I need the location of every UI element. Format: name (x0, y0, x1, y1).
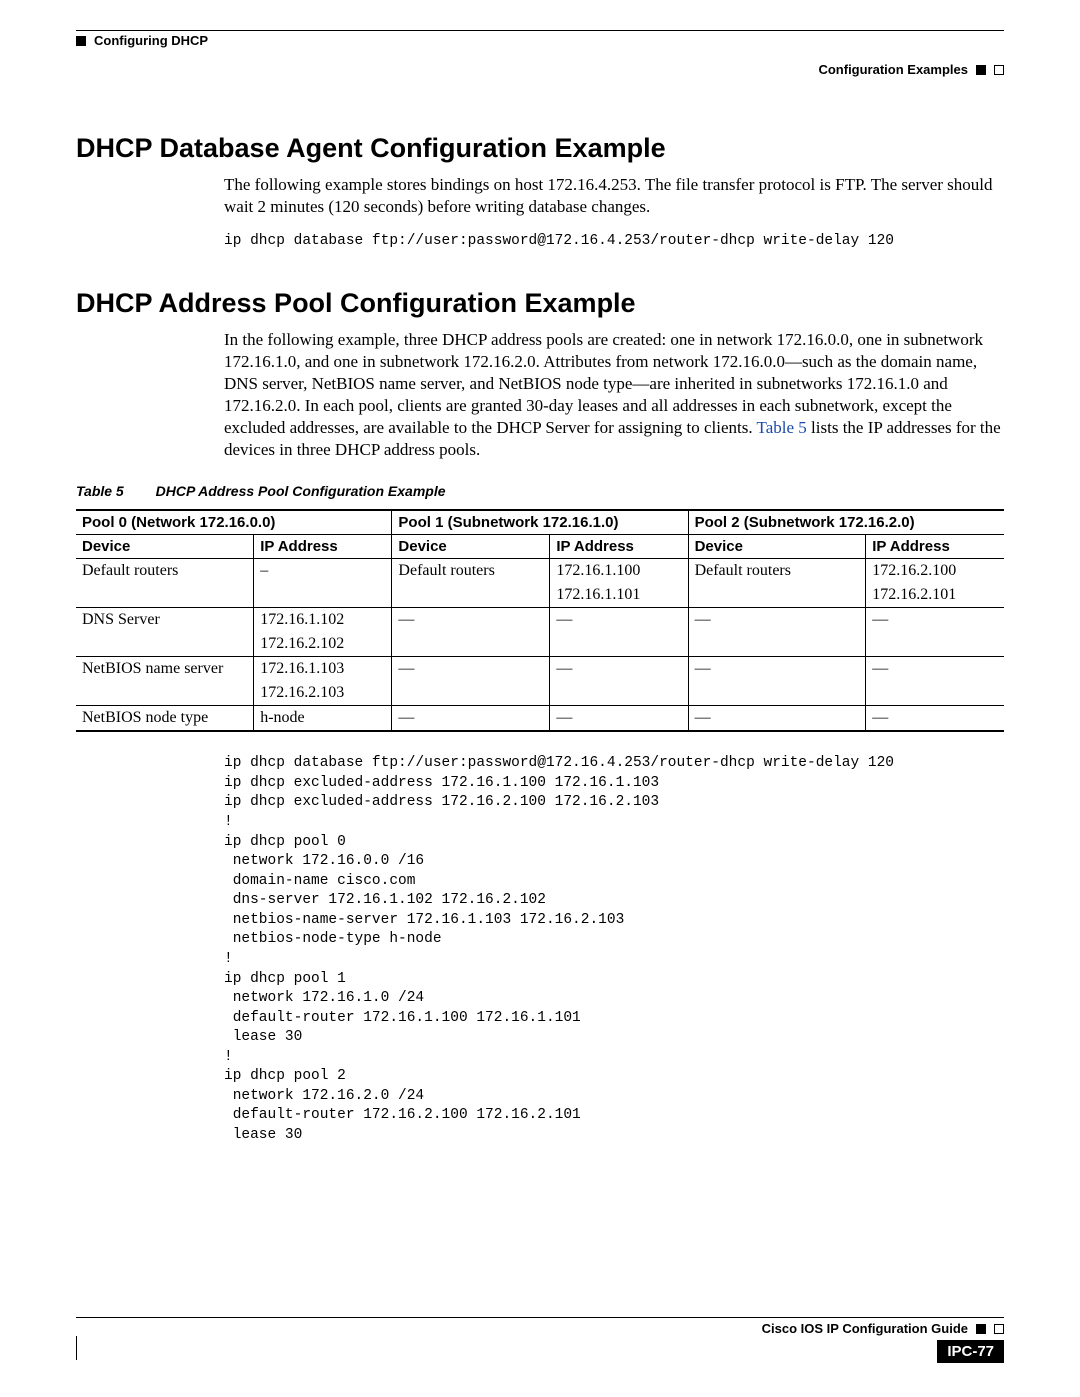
table-row: Default routers– Default routers172.16.1… (76, 559, 1004, 584)
heading-dhcp-database-agent: DHCP Database Agent Configuration Exampl… (76, 133, 1004, 164)
table-dhcp-pools: Pool 0 (Network 172.16.0.0) Pool 1 (Subn… (76, 509, 1004, 732)
header-marker-solid (976, 65, 986, 75)
section-title: Configuration Examples (818, 62, 968, 77)
th-device-0: Device (76, 535, 254, 559)
th-device-1: Device (392, 535, 550, 559)
page-number: IPC-77 (937, 1340, 1004, 1363)
para-db-agent: The following example stores bindings on… (224, 174, 1004, 218)
table-label: Table 5 (76, 483, 124, 499)
para-address-pool: In the following example, three DHCP add… (224, 329, 1004, 462)
table-caption: Table 5 DHCP Address Pool Configuration … (76, 483, 1004, 499)
th-ip-1: IP Address (550, 535, 688, 559)
table-row: 172.16.2.102 (76, 632, 1004, 657)
table-row: NetBIOS node typeh-node —— —— (76, 706, 1004, 732)
footer-marker-hollow (994, 1324, 1004, 1334)
header-marker-left (76, 36, 86, 46)
table-row: NetBIOS name server172.16.1.103 —— —— (76, 657, 1004, 682)
table-row: 172.16.1.101 172.16.2.101 (76, 583, 1004, 608)
heading-dhcp-address-pool: DHCP Address Pool Configuration Example (76, 288, 1004, 319)
footer-marker-solid (976, 1324, 986, 1334)
th-pool0: Pool 0 (Network 172.16.0.0) (76, 510, 392, 535)
header-marker-hollow (994, 65, 1004, 75)
footer-guide-title: Cisco IOS IP Configuration Guide (762, 1321, 968, 1336)
code-address-pool: ip dhcp database ftp://user:password@172… (224, 754, 1004, 1145)
th-pool1: Pool 1 (Subnetwork 172.16.1.0) (392, 510, 688, 535)
table5-link[interactable]: Table 5 (757, 418, 807, 437)
table-row: DNS Server172.16.1.102 —— —— (76, 608, 1004, 633)
code-db-agent: ip dhcp database ftp://user:password@172… (224, 232, 1004, 252)
chapter-title: Configuring DHCP (94, 33, 208, 48)
th-ip-0: IP Address (254, 535, 392, 559)
table-title: DHCP Address Pool Configuration Example (156, 483, 446, 499)
th-pool2: Pool 2 (Subnetwork 172.16.2.0) (688, 510, 1004, 535)
th-ip-2: IP Address (866, 535, 1004, 559)
table-row: 172.16.2.103 (76, 681, 1004, 706)
th-device-2: Device (688, 535, 866, 559)
page-footer: Cisco IOS IP Configuration Guide IPC-77 (76, 1317, 1004, 1363)
footer-left-tick (76, 1336, 77, 1360)
